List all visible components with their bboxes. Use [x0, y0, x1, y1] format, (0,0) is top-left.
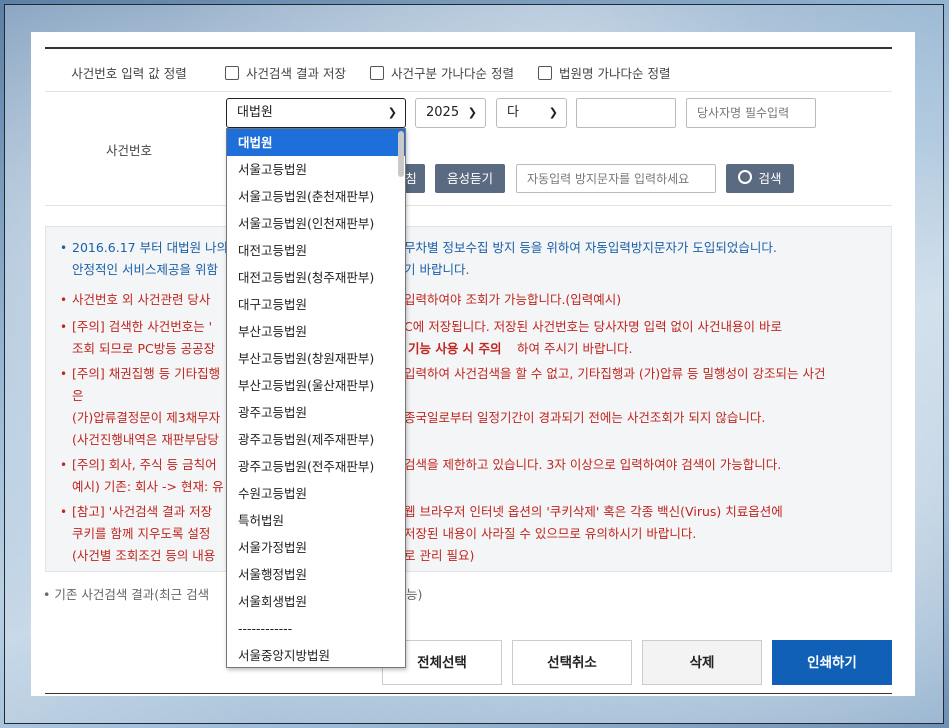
- court-select[interactable]: 대법원 ❯: [226, 98, 406, 128]
- party-name-placeholder: 당사자명 필수입력: [697, 106, 790, 120]
- search-icon: [738, 170, 753, 184]
- checkbox-label: 사건검색 결과 저장: [246, 66, 346, 81]
- checkbox-box[interactable]: [538, 65, 552, 80]
- checkbox-label: 법원명 가나다순 정렬: [559, 66, 671, 81]
- bottom-border: [45, 693, 892, 694]
- court-dropdown-list[interactable]: 대법원 서울고등법원 서울고등법원(춘천재판부) 서울고등법원(인천재판부) 대전고등법…: [226, 128, 406, 668]
- case-type-select-value: 다: [507, 105, 519, 120]
- notice-box: • 2016.6.17 부터 대법원 나의 무차별 정보수집 방지 등을 위하여 …: [45, 226, 892, 572]
- sort-by-court-checkbox[interactable]: 법원명 가나다순 정렬: [538, 63, 670, 82]
- bullet-icon: •: [60, 320, 68, 334]
- checkbox-label: 사건구분 가나다순 정렬: [391, 66, 514, 81]
- notice-line: 사건번호 외 사건관련 당사 입력하여야 조회가 가능합니다.(입력예시): [72, 292, 622, 307]
- sort-by-type-checkbox[interactable]: 사건구분 가나다순 정렬: [370, 63, 514, 82]
- court-option[interactable]: 대전고등법원: [227, 237, 405, 264]
- bullet-icon: •: [60, 505, 68, 519]
- case-number-row: 사건번호 대법원 ❯ 2025 ❯ 다 ❯ 당사자명 필수입력 침 음성듣기 자…: [45, 92, 892, 206]
- case-number-label: 사건번호: [105, 143, 152, 158]
- checkbox-box[interactable]: [225, 65, 239, 80]
- court-option[interactable]: 서울고등법원: [227, 156, 405, 183]
- court-option[interactable]: 서울중앙지방법원: [227, 642, 405, 667]
- notice-line: 쿠키를 함께 지우도록 설정 저장된 내용이 사라질 수 있으므로 유의하시기 바…: [72, 526, 697, 541]
- court-option[interactable]: 서울회생법원: [227, 588, 405, 615]
- court-options: 대법원 서울고등법원 서울고등법원(춘천재판부) 서울고등법원(인천재판부) 대전고등법…: [227, 129, 405, 667]
- scrollbar-thumb[interactable]: [398, 131, 404, 177]
- search-button[interactable]: 검색: [726, 164, 794, 193]
- court-option[interactable]: 광주고등법원: [227, 399, 405, 426]
- court-option[interactable]: 특허법원: [227, 507, 405, 534]
- case-number-input[interactable]: [576, 98, 676, 128]
- bullet-icon: •: [43, 587, 55, 602]
- delete-button[interactable]: 삭제: [642, 640, 762, 685]
- bullet-icon: •: [60, 241, 68, 255]
- chevron-down-icon: ❯: [467, 106, 477, 119]
- court-select-value: 대법원: [237, 105, 273, 120]
- saved-results-note: • 기존 사건검색 결과(최근 검색 능): [43, 587, 423, 602]
- notice-line: [주의] 검색한 사건번호는 ' C에 저장됩니다. 저장된 사건번호는 당사자명…: [72, 319, 782, 334]
- court-option[interactable]: 서울고등법원(인천재판부): [227, 210, 405, 237]
- court-option[interactable]: 광주고등법원(제주재판부): [227, 426, 405, 453]
- court-option[interactable]: 대구고등법원: [227, 291, 405, 318]
- chevron-down-icon: ❯: [548, 106, 558, 119]
- audio-captcha-button[interactable]: 음성듣기: [435, 164, 505, 193]
- court-option[interactable]: 대전고등법원(청주재판부): [227, 264, 405, 291]
- save-result-checkbox[interactable]: 사건검색 결과 저장: [225, 63, 346, 82]
- notice-line: 조회 되므로 PC방등 공공장 기능 사용 시 주의 하여 주시기 바랍니다.: [72, 341, 633, 356]
- court-option[interactable]: 수원고등법원: [227, 480, 405, 507]
- chevron-down-icon: ❯: [387, 106, 397, 119]
- notice-line: (가)압류결정문이 제3채무자 종국일로부터 일정기간이 경과되기 전에는 사건조…: [72, 410, 766, 425]
- year-select-value: 2025: [426, 105, 460, 120]
- notice-line: 안정적인 서비스제공을 위함 기 바랍니다.: [72, 262, 470, 277]
- captcha-input[interactable]: 자동입력 방지문자를 입력하세요: [516, 164, 716, 193]
- checkbox-box[interactable]: [370, 65, 384, 80]
- sort-options-label: 사건번호 입력 값 정렬: [71, 66, 187, 81]
- notice-line: 예시) 기존: 회사 -> 현재: 유: [72, 479, 224, 494]
- notice-line: [참고] '사건검색 결과 저장 웹 브라우저 인터넷 옵션의 '쿠키삭제' 혹은…: [72, 504, 783, 519]
- notice-line: (사건진행내역은 재판부담당: [72, 432, 219, 447]
- notice-line: (사건별 조회조건 등의 내용 로 관리 필요): [72, 548, 475, 563]
- sort-options-row: 사건번호 입력 값 정렬 사건검색 결과 저장 사건구분 가나다순 정렬 법원명…: [45, 49, 892, 92]
- notice-line: [주의] 회사, 주식 등 금칙어 검색을 제한하고 있습니다. 3자 이상으로 …: [72, 457, 782, 472]
- notice-line: 2016.6.17 부터 대법원 나의 무차별 정보수집 방지 등을 위하여 자동…: [72, 240, 777, 255]
- notice-line: [주의] 채권집행 등 기타집행 입력하여 사건검색을 할 수 없고, 기타집행과…: [72, 366, 826, 381]
- captcha-placeholder: 자동입력 방지문자를 입력하세요: [527, 172, 690, 186]
- year-select[interactable]: 2025 ❯: [415, 98, 486, 128]
- print-button[interactable]: 인쇄하기: [772, 640, 892, 685]
- bullet-icon: •: [60, 367, 68, 381]
- case-type-select[interactable]: 다 ❯: [496, 98, 567, 128]
- court-option[interactable]: 서울행정법원: [227, 561, 405, 588]
- court-option[interactable]: 대법원: [227, 129, 405, 156]
- court-option[interactable]: 부산고등법원(울산재판부): [227, 372, 405, 399]
- search-button-label: 검색: [758, 171, 782, 186]
- party-name-input[interactable]: 당사자명 필수입력: [686, 98, 816, 128]
- bullet-icon: •: [60, 458, 68, 472]
- court-option[interactable]: 부산고등법원: [227, 318, 405, 345]
- notice-line: 은: [72, 388, 84, 403]
- court-option[interactable]: ------------: [227, 615, 405, 642]
- bullet-icon: •: [60, 293, 68, 307]
- court-option[interactable]: 서울가정법원: [227, 534, 405, 561]
- court-option[interactable]: 서울고등법원(춘천재판부): [227, 183, 405, 210]
- case-search-panel: 사건번호 입력 값 정렬 사건검색 결과 저장 사건구분 가나다순 정렬 법원명…: [31, 32, 915, 696]
- deselect-button[interactable]: 선택취소: [512, 640, 632, 685]
- court-option[interactable]: 부산고등법원(창원재판부): [227, 345, 405, 372]
- court-option[interactable]: 광주고등법원(전주재판부): [227, 453, 405, 480]
